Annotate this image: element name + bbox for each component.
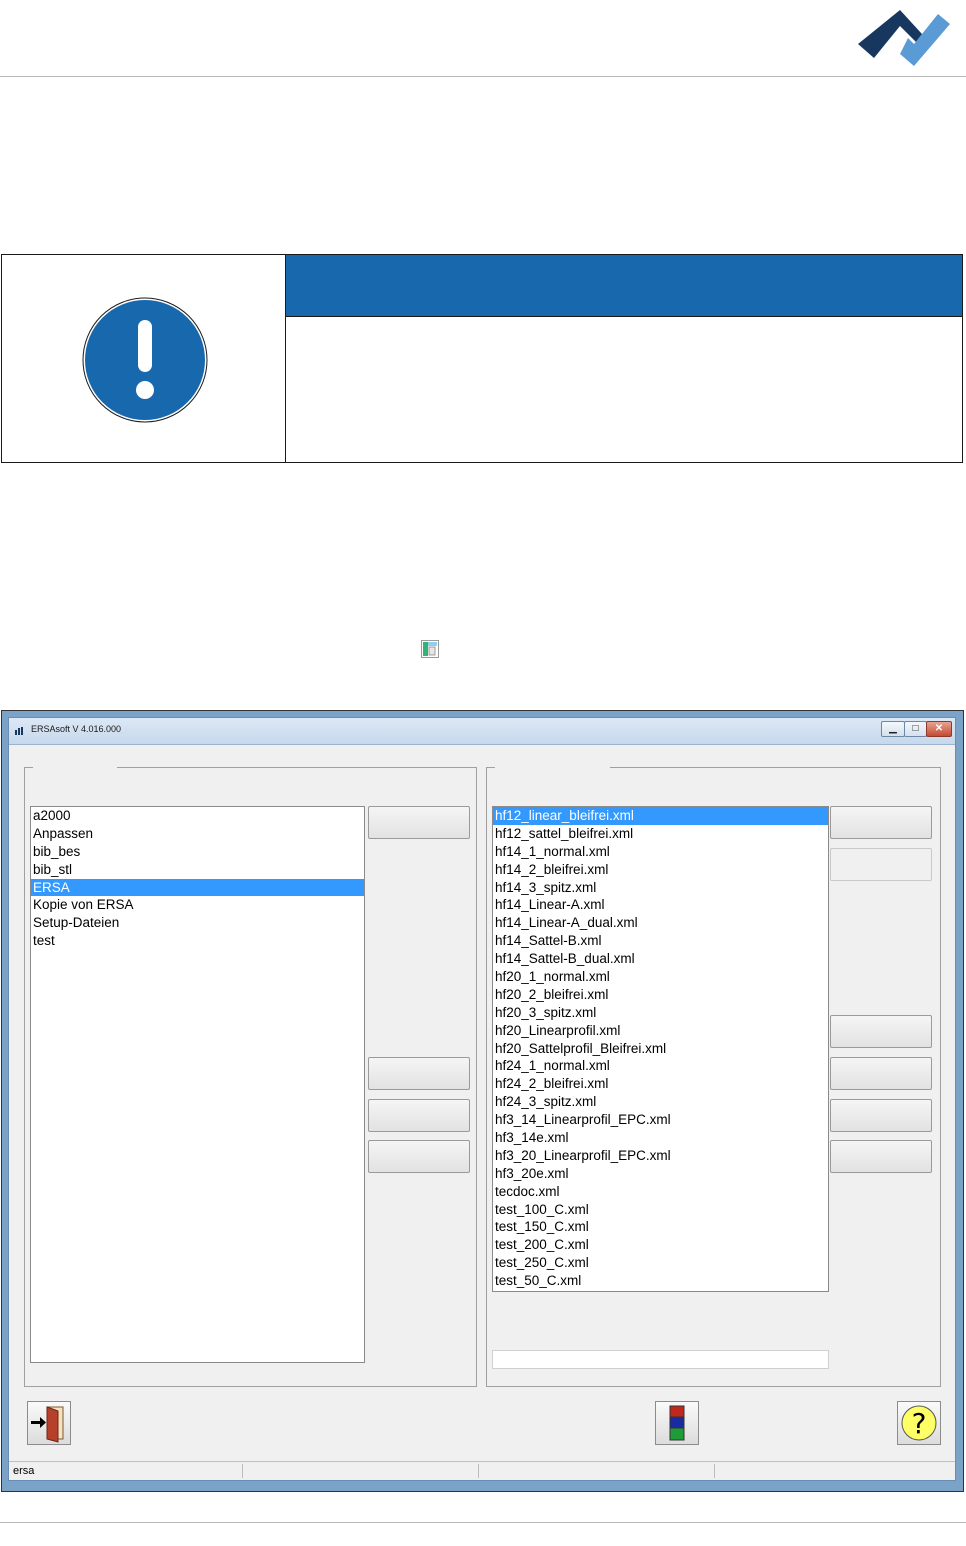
list-item[interactable]: Setup-Dateien (31, 914, 364, 932)
list-item[interactable]: hf14_Sattel-B_dual.xml (493, 950, 828, 968)
directory-list[interactable]: a2000 Anpassen bib_bes bib_stl ERSA Kopie von… (30, 806, 365, 1363)
group-legend-gap (33, 766, 117, 770)
list-item[interactable]: hf24_1_normal.xml (493, 1057, 828, 1075)
status-bar: ersa (9, 1461, 955, 1480)
list-item[interactable]: hf20_2_bleifrei.xml (493, 986, 828, 1004)
app-bars-icon (15, 727, 23, 735)
list-item[interactable]: test (31, 932, 364, 950)
list-item[interactable]: hf20_Sattelprofil_Bleifrei.xml (493, 1040, 828, 1058)
profile-window-icon (421, 640, 439, 658)
profile-action-button-3[interactable] (830, 1015, 932, 1048)
list-item[interactable]: hf24_2_bleifrei.xml (493, 1075, 828, 1093)
app-window: ERSAsoft V 4.016.000 ▁ □ ✕ a2000 Anpassen… (8, 717, 956, 1481)
list-item[interactable]: hf12_linear_bleifrei.xml (493, 807, 828, 825)
exit-door-icon (31, 1406, 64, 1443)
title-bar[interactable]: ERSAsoft V 4.016.000 ▁ □ ✕ (9, 718, 955, 745)
profile-action-button-2[interactable] (830, 848, 932, 881)
help-button[interactable]: ? (897, 1401, 941, 1445)
list-item[interactable]: test_250_C.xml (493, 1254, 828, 1272)
close-button[interactable]: ✕ (926, 721, 952, 737)
exit-button[interactable] (27, 1401, 71, 1445)
status-pane-4 (717, 1464, 953, 1478)
profile-action-button-4[interactable] (830, 1057, 932, 1090)
svg-text:?: ? (912, 1407, 927, 1440)
list-item[interactable]: hf20_1_normal.xml (493, 968, 828, 986)
list-item[interactable]: Anpassen (31, 825, 364, 843)
list-item[interactable]: hf12_sattel_bleifrei.xml (493, 825, 828, 843)
color-settings-button[interactable] (655, 1401, 699, 1445)
profile-name-field[interactable] (492, 1350, 829, 1369)
profile-action-button-6[interactable] (830, 1140, 932, 1173)
list-item[interactable]: bib_bes (31, 843, 364, 861)
list-item[interactable]: hf14_Linear-A.xml (493, 896, 828, 914)
list-item[interactable]: hf14_2_bleifrei.xml (493, 861, 828, 879)
list-item[interactable]: test_150_C.xml (493, 1218, 828, 1236)
profile-action-button-1[interactable] (830, 806, 932, 839)
list-item[interactable]: hf3_14e.xml (493, 1129, 828, 1147)
notice-icon-cell (2, 255, 286, 462)
footer-divider (0, 1522, 966, 1523)
notice-box (1, 254, 963, 463)
list-item[interactable]: ERSA (31, 878, 364, 897)
list-item[interactable]: tecdoc.xml (493, 1183, 828, 1201)
notice-header-bar (286, 255, 962, 317)
directory-action-button-3[interactable] (368, 1099, 470, 1132)
maximize-button[interactable]: □ (904, 721, 927, 737)
list-item[interactable]: hf24_3_spitz.xml (493, 1093, 828, 1111)
minimize-button[interactable]: ▁ (881, 721, 905, 737)
status-pane-3 (481, 1464, 715, 1478)
help-question-icon: ? (901, 1405, 937, 1441)
list-item[interactable]: test_200_C.xml (493, 1236, 828, 1254)
list-item[interactable]: hf3_20e.xml (493, 1165, 828, 1183)
status-pane-2 (245, 1464, 479, 1478)
directory-action-button-2[interactable] (368, 1057, 470, 1090)
profile-action-button-5[interactable] (830, 1099, 932, 1132)
list-item[interactable]: hf14_1_normal.xml (493, 843, 828, 861)
list-item[interactable]: hf20_Linearprofil.xml (493, 1022, 828, 1040)
exclamation-icon (82, 297, 208, 423)
color-blocks-icon (669, 1405, 685, 1441)
header-divider (0, 76, 966, 77)
list-item[interactable]: hf3_20_Linearprofil_EPC.xml (493, 1147, 828, 1165)
list-item[interactable]: hf14_3_spitz.xml (493, 879, 828, 897)
list-item[interactable]: Kopie von ERSA (31, 896, 364, 914)
group-legend-gap (495, 766, 610, 770)
list-item[interactable]: a2000 (31, 807, 364, 825)
list-item[interactable]: hf14_Linear-A_dual.xml (493, 914, 828, 932)
application-screenshot: ERSAsoft V 4.016.000 ▁ □ ✕ a2000 Anpassen… (1, 710, 964, 1492)
directory-action-button-1[interactable] (368, 806, 470, 839)
list-item[interactable]: hf20_3_spitz.xml (493, 1004, 828, 1022)
brand-check-logo (858, 10, 950, 66)
directory-action-button-4[interactable] (368, 1140, 470, 1173)
list-item[interactable]: test_50_C.xml (493, 1272, 828, 1290)
list-item[interactable]: hf14_Sattel-B.xml (493, 932, 828, 950)
status-pane-user: ersa (11, 1464, 243, 1478)
list-item[interactable]: hf3_14_Linearprofil_EPC.xml (493, 1111, 828, 1129)
list-item[interactable]: bib_stl (31, 861, 364, 879)
profile-file-list[interactable]: hf12_linear_bleifrei.xml hf12_sattel_blei… (492, 806, 829, 1292)
list-item[interactable]: test_100_C.xml (493, 1201, 828, 1219)
window-title: ERSAsoft V 4.016.000 (31, 724, 122, 734)
